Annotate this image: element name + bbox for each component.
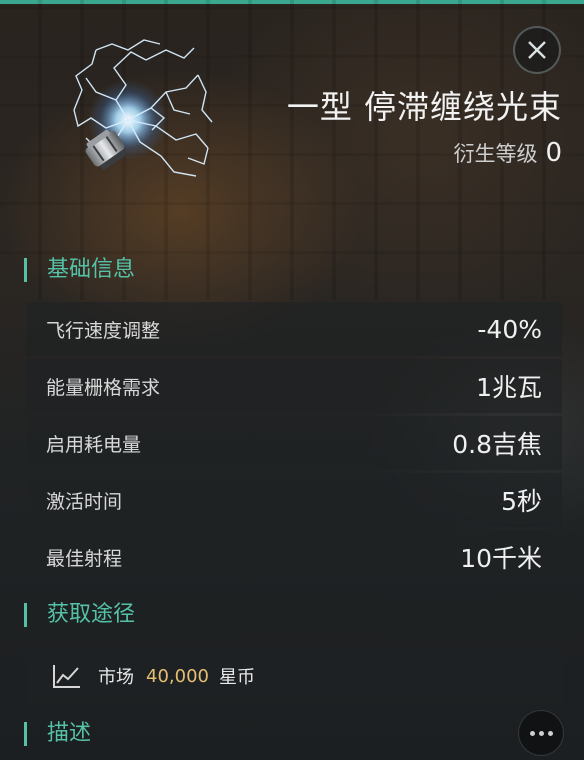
market-source-row[interactable]: 市场 40,000 星币 xyxy=(26,648,562,704)
stat-row: 飞行速度调整 -40% xyxy=(26,302,562,356)
stat-row: 激活时间 5秒 xyxy=(26,473,562,527)
currency-label: 星币 xyxy=(218,667,255,688)
stasis-webifier-icon xyxy=(56,30,226,200)
derive-label: 衍生等级 xyxy=(453,142,538,166)
section-description: 描述 xyxy=(24,722,91,746)
derive-level-value: 0 xyxy=(545,138,562,168)
stat-value: 10千米 xyxy=(460,544,542,573)
stat-label: 启用耗电量 xyxy=(46,433,142,456)
stats-list: 飞行速度调整 -40% 能量栅格需求 1兆瓦 启用耗电量 0.8吉焦 激活时间 … xyxy=(26,302,562,587)
market-price: 40,000 xyxy=(146,665,209,687)
stat-value: 0.8吉焦 xyxy=(452,430,542,459)
stat-row: 能量栅格需求 1兆瓦 xyxy=(26,359,562,413)
market-label: 市场 xyxy=(98,667,134,688)
stat-row: 启用耗电量 0.8吉焦 xyxy=(26,416,562,470)
item-title: 一型 停滞缠绕光束 xyxy=(286,88,562,126)
market-chart-icon xyxy=(53,665,80,688)
more-button[interactable] xyxy=(518,710,564,756)
more-icon xyxy=(529,730,535,736)
stat-value: 5秒 xyxy=(501,487,542,516)
stat-value: 1兆瓦 xyxy=(476,373,542,402)
stat-label: 飞行速度调整 xyxy=(46,319,161,342)
stat-label: 激活时间 xyxy=(46,490,123,513)
derive-level: 衍生等级 0 xyxy=(453,138,562,168)
section-acquisition: 获取途径 xyxy=(24,603,135,627)
stat-label: 能量栅格需求 xyxy=(46,376,161,399)
close-button[interactable] xyxy=(513,26,561,74)
section-basic-info: 基础信息 xyxy=(24,258,135,282)
stat-value: -40% xyxy=(477,314,542,344)
stat-row: 最佳射程 10千米 xyxy=(26,530,562,584)
stat-label: 最佳射程 xyxy=(46,547,123,570)
close-icon xyxy=(528,41,546,59)
